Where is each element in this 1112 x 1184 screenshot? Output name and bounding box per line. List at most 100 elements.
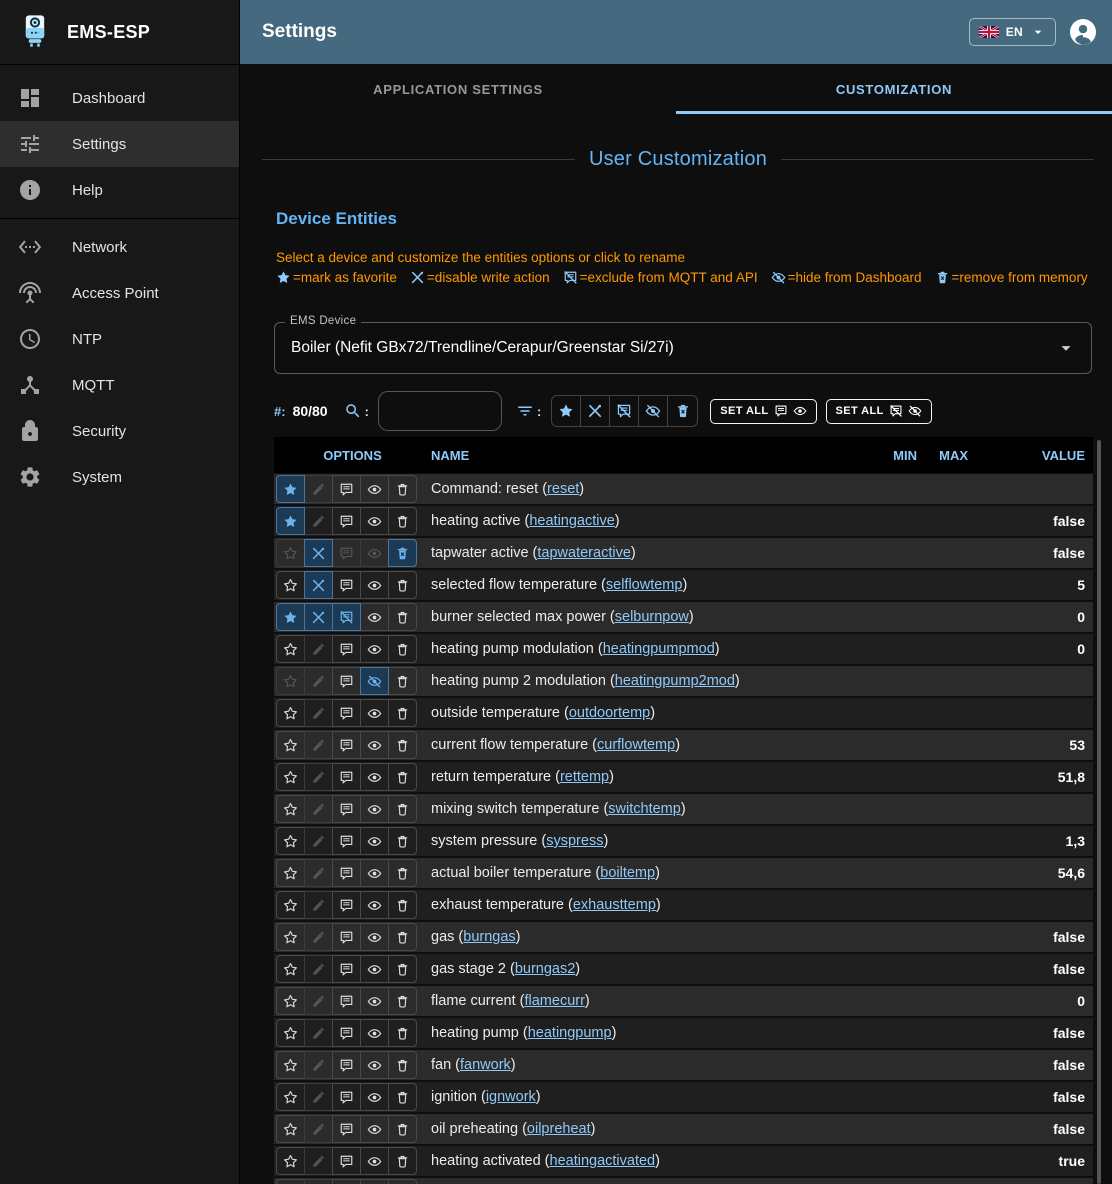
option-edit-button[interactable] bbox=[304, 1179, 333, 1184]
entity-shortname-link[interactable]: selflowtemp bbox=[606, 577, 683, 593]
option-comment-button[interactable] bbox=[332, 763, 361, 791]
option-star-button[interactable] bbox=[276, 635, 305, 663]
option-edit-button[interactable] bbox=[304, 667, 333, 695]
option-edit-button[interactable] bbox=[304, 475, 333, 503]
option-eye-button[interactable] bbox=[360, 1083, 389, 1111]
entity-name[interactable]: selected flow temperature (selflowtemp) bbox=[431, 577, 877, 593]
option-trash-button[interactable] bbox=[388, 731, 417, 759]
entity-shortname-link[interactable]: boiltemp bbox=[600, 865, 655, 881]
option-star-button[interactable] bbox=[276, 1179, 305, 1184]
option-edit-button[interactable] bbox=[304, 827, 333, 855]
sidebar-item-system[interactable]: System bbox=[0, 454, 239, 500]
option-eye-button[interactable] bbox=[360, 699, 389, 727]
entity-name[interactable]: Command: reset (reset) bbox=[431, 481, 877, 497]
option-comment-button[interactable] bbox=[332, 827, 361, 855]
option-comment-button[interactable] bbox=[332, 1115, 361, 1143]
option-star-button[interactable] bbox=[276, 475, 305, 503]
sidebar-item-access-point[interactable]: Access Point bbox=[0, 270, 239, 316]
sidebar-item-settings[interactable]: Settings bbox=[0, 121, 239, 167]
option-star-button[interactable] bbox=[276, 763, 305, 791]
option-comment-button[interactable] bbox=[332, 475, 361, 503]
sidebar-item-network[interactable]: Network bbox=[0, 224, 239, 270]
option-eye-button[interactable] bbox=[360, 1051, 389, 1079]
sidebar-item-mqtt[interactable]: MQTT bbox=[0, 362, 239, 408]
option-star-button[interactable] bbox=[276, 891, 305, 919]
language-selector[interactable]: EN bbox=[969, 18, 1056, 46]
option-star-button[interactable] bbox=[276, 795, 305, 823]
option-edit-button[interactable] bbox=[304, 891, 333, 919]
option-eye-button[interactable] bbox=[360, 1179, 389, 1184]
option-edit-button[interactable] bbox=[304, 1019, 333, 1047]
option-trash-button[interactable] bbox=[388, 891, 417, 919]
option-star-button[interactable] bbox=[276, 539, 305, 567]
option-comment-button[interactable] bbox=[332, 571, 361, 599]
entity-name[interactable]: exhaust temperature (exhausttemp) bbox=[431, 897, 877, 913]
option-eye-button[interactable] bbox=[360, 603, 389, 631]
option-trash-button[interactable] bbox=[388, 1179, 417, 1184]
option-trashx-button[interactable] bbox=[388, 539, 417, 567]
option-trash-button[interactable] bbox=[388, 635, 417, 663]
entity-shortname-link[interactable]: flamecurr bbox=[524, 993, 584, 1009]
option-star-button[interactable] bbox=[276, 507, 305, 535]
entity-shortname-link[interactable]: heatingpumpmod bbox=[603, 641, 715, 657]
option-edit-button[interactable] bbox=[304, 1115, 333, 1143]
option-comment-button[interactable] bbox=[332, 795, 361, 823]
user-avatar-icon[interactable] bbox=[1070, 19, 1096, 45]
option-eye-button[interactable] bbox=[360, 859, 389, 887]
entity-name[interactable]: actual boiler temperature (boiltemp) bbox=[431, 865, 877, 881]
option-comment-button[interactable] bbox=[332, 667, 361, 695]
sidebar-item-security[interactable]: Security bbox=[0, 408, 239, 454]
option-eye-button[interactable] bbox=[360, 475, 389, 503]
option-comment-button[interactable] bbox=[332, 1179, 361, 1184]
entity-shortname-link[interactable]: burngas2 bbox=[515, 961, 575, 977]
ems-device-select[interactable]: EMS Device Boiler (Nefit GBx72/Trendline… bbox=[274, 322, 1092, 374]
option-trash-button[interactable] bbox=[388, 1147, 417, 1175]
option-trash-button[interactable] bbox=[388, 667, 417, 695]
entity-shortname-link[interactable]: burngas bbox=[463, 929, 515, 945]
option-eye-button[interactable] bbox=[360, 1019, 389, 1047]
entity-shortname-link[interactable]: switchtemp bbox=[608, 801, 681, 817]
entity-shortname-link[interactable]: oilpreheat bbox=[527, 1121, 591, 1137]
option-commentoff-button[interactable] bbox=[332, 603, 361, 631]
entity-shortname-link[interactable]: heatingactivated bbox=[550, 1153, 656, 1169]
option-star-button[interactable] bbox=[276, 699, 305, 727]
option-edit-button[interactable] bbox=[304, 987, 333, 1015]
entity-name[interactable]: heating active (heatingactive) bbox=[431, 513, 877, 529]
option-eye-button[interactable] bbox=[360, 955, 389, 983]
entity-name[interactable]: ignition (ignwork) bbox=[431, 1089, 877, 1105]
entity-shortname-link[interactable]: rettemp bbox=[560, 769, 609, 785]
entity-name[interactable]: oil preheating (oilpreheat) bbox=[431, 1121, 877, 1137]
option-comment-button[interactable] bbox=[332, 923, 361, 951]
option-trash-button[interactable] bbox=[388, 827, 417, 855]
option-star-button[interactable] bbox=[276, 603, 305, 631]
option-trash-button[interactable] bbox=[388, 859, 417, 887]
option-star-button[interactable] bbox=[276, 1051, 305, 1079]
option-star-button[interactable] bbox=[276, 1083, 305, 1111]
entity-shortname-link[interactable]: heatingpump2mod bbox=[615, 673, 735, 689]
entity-name[interactable]: heating pump modulation (heatingpumpmod) bbox=[431, 641, 877, 657]
filter-trashx-button[interactable] bbox=[668, 396, 697, 426]
option-eye-button[interactable] bbox=[360, 987, 389, 1015]
option-eye-button[interactable] bbox=[360, 763, 389, 791]
filter-commentoff-button[interactable] bbox=[610, 396, 639, 426]
option-comment-button[interactable] bbox=[332, 507, 361, 535]
option-star-button[interactable] bbox=[276, 1147, 305, 1175]
tab-customization[interactable]: CUSTOMIZATION bbox=[676, 64, 1112, 114]
option-trash-button[interactable] bbox=[388, 795, 417, 823]
entity-name[interactable]: burner selected max power (selburnpow) bbox=[431, 609, 877, 625]
option-eye-button[interactable] bbox=[360, 571, 389, 599]
option-star-button[interactable] bbox=[276, 731, 305, 759]
option-trash-button[interactable] bbox=[388, 1019, 417, 1047]
option-trash-button[interactable] bbox=[388, 987, 417, 1015]
option-comment-button[interactable] bbox=[332, 699, 361, 727]
sidebar-item-help[interactable]: Help bbox=[0, 167, 239, 213]
entity-shortname-link[interactable]: curflowtemp bbox=[597, 737, 675, 753]
option-trash-button[interactable] bbox=[388, 955, 417, 983]
entity-shortname-link[interactable]: reset bbox=[547, 481, 579, 497]
option-comment-button[interactable] bbox=[332, 1051, 361, 1079]
option-comment-button[interactable] bbox=[332, 987, 361, 1015]
option-eye-button[interactable] bbox=[360, 731, 389, 759]
sidebar-item-dashboard[interactable]: Dashboard bbox=[0, 75, 239, 121]
option-trash-button[interactable] bbox=[388, 603, 417, 631]
option-trash-button[interactable] bbox=[388, 1051, 417, 1079]
